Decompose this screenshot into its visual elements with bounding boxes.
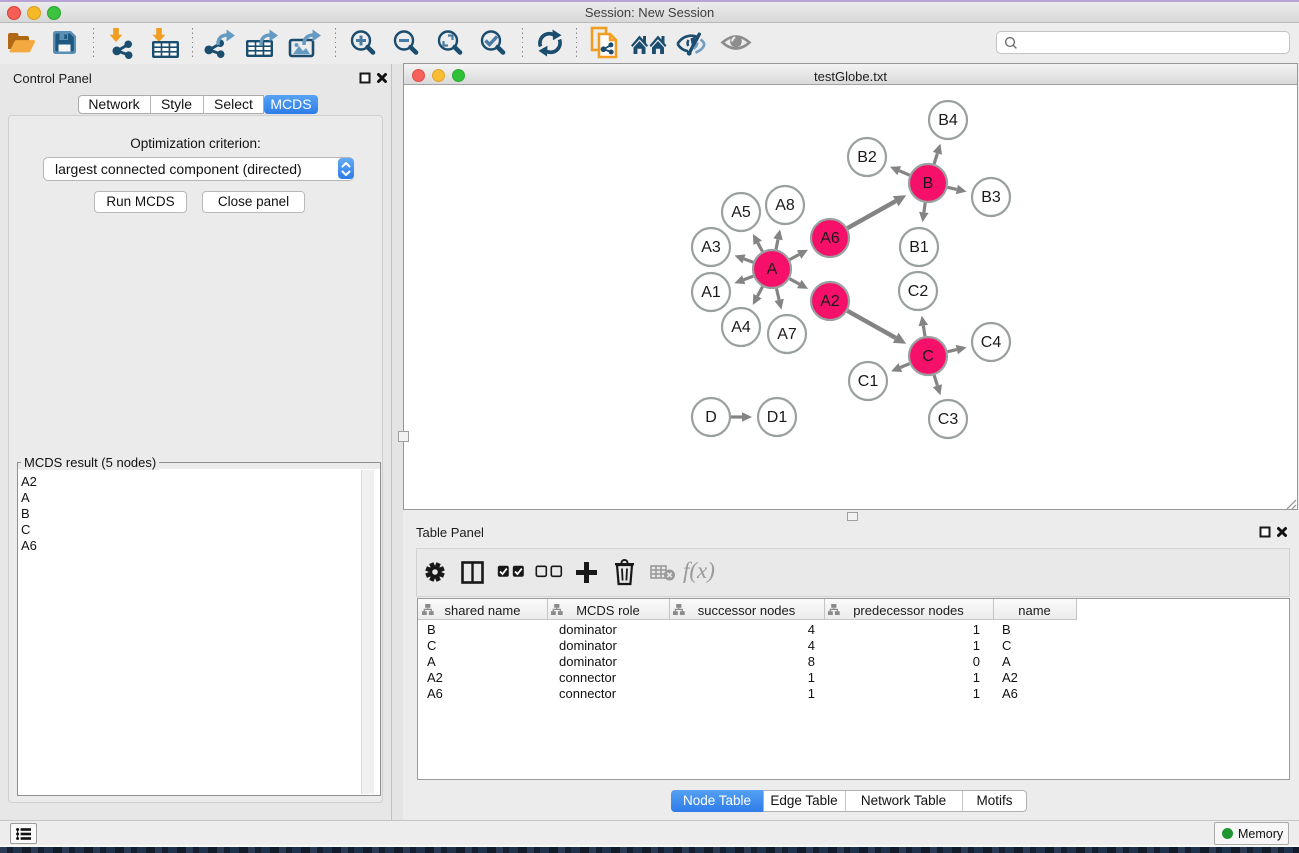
- svg-text:A1: A1: [701, 284, 721, 301]
- svg-text:B: B: [923, 175, 934, 192]
- svg-text:B2: B2: [857, 149, 877, 166]
- svg-text:A4: A4: [731, 319, 751, 336]
- svg-text:B1: B1: [909, 239, 929, 256]
- svg-text:A2: A2: [820, 293, 840, 310]
- svg-text:D1: D1: [767, 409, 788, 426]
- svg-text:C1: C1: [858, 373, 879, 390]
- svg-text:A: A: [767, 261, 778, 278]
- svg-text:C2: C2: [908, 283, 929, 300]
- svg-text:A6: A6: [820, 230, 840, 247]
- svg-text:B4: B4: [938, 112, 958, 129]
- svg-text:A7: A7: [777, 326, 797, 343]
- svg-text:C3: C3: [938, 411, 959, 428]
- svg-text:A5: A5: [731, 204, 751, 221]
- svg-text:C4: C4: [981, 334, 1002, 351]
- svg-text:C: C: [922, 348, 934, 365]
- svg-text:A8: A8: [775, 197, 795, 214]
- svg-text:A3: A3: [701, 239, 721, 256]
- svg-text:B3: B3: [981, 189, 1001, 206]
- svg-text:D: D: [705, 409, 717, 426]
